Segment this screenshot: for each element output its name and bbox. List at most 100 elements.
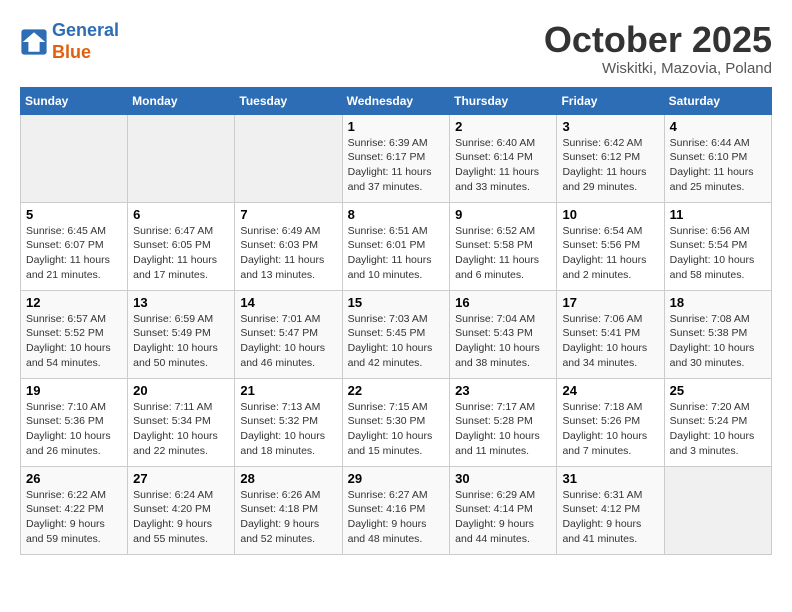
calendar-day-cell: 30 Sunrise: 6:29 AM Sunset: 4:14 PM Dayli… <box>450 466 557 554</box>
day-number: 10 <box>562 207 658 222</box>
day-info: Sunrise: 6:44 AM Sunset: 6:10 PM Dayligh… <box>670 136 766 195</box>
day-number: 20 <box>133 383 229 398</box>
day-number: 4 <box>670 119 766 134</box>
weekday-header-cell: Tuesday <box>235 87 342 114</box>
day-info: Sunrise: 7:18 AM Sunset: 5:26 PM Dayligh… <box>562 400 658 459</box>
day-number: 3 <box>562 119 658 134</box>
day-number: 31 <box>562 471 658 486</box>
day-info: Sunrise: 6:45 AM Sunset: 6:07 PM Dayligh… <box>26 224 122 283</box>
day-info: Sunrise: 7:08 AM Sunset: 5:38 PM Dayligh… <box>670 312 766 371</box>
day-number: 25 <box>670 383 766 398</box>
day-number: 19 <box>26 383 122 398</box>
day-info: Sunrise: 7:03 AM Sunset: 5:45 PM Dayligh… <box>348 312 445 371</box>
calendar-day-cell: 4 Sunrise: 6:44 AM Sunset: 6:10 PM Daylig… <box>664 114 771 202</box>
calendar-day-cell: 25Sunrise: 7:20 AM Sunset: 5:24 PM Dayli… <box>664 378 771 466</box>
calendar-week-row: 1Sunrise: 6:39 AM Sunset: 6:17 PM Daylig… <box>21 114 772 202</box>
day-number: 29 <box>348 471 445 486</box>
weekday-header-cell: Wednesday <box>342 87 450 114</box>
calendar-day-cell: 23 Sunrise: 7:17 AM Sunset: 5:28 PM Dayli… <box>450 378 557 466</box>
day-number: 5 <box>26 207 122 222</box>
month-title: October 2025 <box>544 20 772 60</box>
calendar-day-cell <box>664 466 771 554</box>
day-info: Sunrise: 6:39 AM Sunset: 6:17 PM Dayligh… <box>348 136 445 195</box>
day-number: 16 <box>455 295 551 310</box>
calendar-day-cell: 17Sunrise: 7:06 AM Sunset: 5:41 PM Dayli… <box>557 290 664 378</box>
day-info: Sunrise: 7:15 AM Sunset: 5:30 PM Dayligh… <box>348 400 445 459</box>
calendar-week-row: 19Sunrise: 7:10 AM Sunset: 5:36 PM Dayli… <box>21 378 772 466</box>
calendar-day-cell: 19Sunrise: 7:10 AM Sunset: 5:36 PM Dayli… <box>21 378 128 466</box>
calendar-day-cell: 21Sunrise: 7:13 AM Sunset: 5:32 PM Dayli… <box>235 378 342 466</box>
day-number: 7 <box>240 207 336 222</box>
calendar-day-cell: 14 Sunrise: 7:01 AM Sunset: 5:47 PM Dayli… <box>235 290 342 378</box>
calendar-day-cell: 9 Sunrise: 6:52 AM Sunset: 5:58 PM Daylig… <box>450 202 557 290</box>
calendar-day-cell: 7 Sunrise: 6:49 AM Sunset: 6:03 PM Daylig… <box>235 202 342 290</box>
day-number: 14 <box>240 295 336 310</box>
calendar-week-row: 12 Sunrise: 6:57 AM Sunset: 5:52 PM Dayli… <box>21 290 772 378</box>
calendar-body: 1Sunrise: 6:39 AM Sunset: 6:17 PM Daylig… <box>21 114 772 554</box>
day-info: Sunrise: 6:24 AM Sunset: 4:20 PM Dayligh… <box>133 488 229 547</box>
day-info: Sunrise: 6:47 AM Sunset: 6:05 PM Dayligh… <box>133 224 229 283</box>
day-info: Sunrise: 6:42 AM Sunset: 6:12 PM Dayligh… <box>562 136 658 195</box>
day-number: 8 <box>348 207 445 222</box>
day-info: Sunrise: 6:57 AM Sunset: 5:52 PM Dayligh… <box>26 312 122 371</box>
day-info: Sunrise: 6:52 AM Sunset: 5:58 PM Dayligh… <box>455 224 551 283</box>
calendar-day-cell: 31 Sunrise: 6:31 AM Sunset: 4:12 PM Dayli… <box>557 466 664 554</box>
weekday-header-cell: Sunday <box>21 87 128 114</box>
logo-icon <box>20 28 48 56</box>
calendar-day-cell <box>128 114 235 202</box>
weekday-header-row: SundayMondayTuesdayWednesdayThursdayFrid… <box>21 87 772 114</box>
day-number: 9 <box>455 207 551 222</box>
day-info: Sunrise: 6:40 AM Sunset: 6:14 PM Dayligh… <box>455 136 551 195</box>
day-number: 18 <box>670 295 766 310</box>
location-subtitle: Wiskitki, Mazovia, Poland <box>544 60 772 77</box>
calendar-day-cell: 26 Sunrise: 6:22 AM Sunset: 4:22 PM Dayli… <box>21 466 128 554</box>
day-number: 15 <box>348 295 445 310</box>
calendar-week-row: 5 Sunrise: 6:45 AM Sunset: 6:07 PM Daylig… <box>21 202 772 290</box>
day-info: Sunrise: 7:17 AM Sunset: 5:28 PM Dayligh… <box>455 400 551 459</box>
day-number: 30 <box>455 471 551 486</box>
calendar-day-cell: 28Sunrise: 6:26 AM Sunset: 4:18 PM Dayli… <box>235 466 342 554</box>
day-info: Sunrise: 6:22 AM Sunset: 4:22 PM Dayligh… <box>26 488 122 547</box>
day-number: 2 <box>455 119 551 134</box>
calendar-table: SundayMondayTuesdayWednesdayThursdayFrid… <box>20 87 772 555</box>
calendar-day-cell: 24Sunrise: 7:18 AM Sunset: 5:26 PM Dayli… <box>557 378 664 466</box>
day-number: 23 <box>455 383 551 398</box>
day-info: Sunrise: 6:51 AM Sunset: 6:01 PM Dayligh… <box>348 224 445 283</box>
calendar-day-cell: 8 Sunrise: 6:51 AM Sunset: 6:01 PM Daylig… <box>342 202 450 290</box>
weekday-header-cell: Monday <box>128 87 235 114</box>
day-info: Sunrise: 7:13 AM Sunset: 5:32 PM Dayligh… <box>240 400 336 459</box>
day-info: Sunrise: 6:49 AM Sunset: 6:03 PM Dayligh… <box>240 224 336 283</box>
calendar-day-cell: 13 Sunrise: 6:59 AM Sunset: 5:49 PM Dayli… <box>128 290 235 378</box>
weekday-header-cell: Saturday <box>664 87 771 114</box>
calendar-day-cell: 20 Sunrise: 7:11 AM Sunset: 5:34 PM Dayli… <box>128 378 235 466</box>
page-header: General Blue October 2025 Wiskitki, Mazo… <box>20 20 772 77</box>
day-info: Sunrise: 6:31 AM Sunset: 4:12 PM Dayligh… <box>562 488 658 547</box>
day-info: Sunrise: 6:54 AM Sunset: 5:56 PM Dayligh… <box>562 224 658 283</box>
logo-text: General Blue <box>52 20 119 63</box>
day-number: 13 <box>133 295 229 310</box>
calendar-day-cell: 12 Sunrise: 6:57 AM Sunset: 5:52 PM Dayli… <box>21 290 128 378</box>
calendar-day-cell: 15 Sunrise: 7:03 AM Sunset: 5:45 PM Dayli… <box>342 290 450 378</box>
day-info: Sunrise: 6:56 AM Sunset: 5:54 PM Dayligh… <box>670 224 766 283</box>
calendar-day-cell <box>235 114 342 202</box>
day-number: 12 <box>26 295 122 310</box>
day-number: 6 <box>133 207 229 222</box>
calendar-day-cell: 3 Sunrise: 6:42 AM Sunset: 6:12 PM Daylig… <box>557 114 664 202</box>
day-number: 27 <box>133 471 229 486</box>
day-info: Sunrise: 7:01 AM Sunset: 5:47 PM Dayligh… <box>240 312 336 371</box>
day-number: 22 <box>348 383 445 398</box>
logo: General Blue <box>20 20 119 63</box>
calendar-day-cell <box>21 114 128 202</box>
day-info: Sunrise: 6:29 AM Sunset: 4:14 PM Dayligh… <box>455 488 551 547</box>
day-info: Sunrise: 7:04 AM Sunset: 5:43 PM Dayligh… <box>455 312 551 371</box>
weekday-header-cell: Friday <box>557 87 664 114</box>
day-info: Sunrise: 7:11 AM Sunset: 5:34 PM Dayligh… <box>133 400 229 459</box>
day-info: Sunrise: 7:06 AM Sunset: 5:41 PM Dayligh… <box>562 312 658 371</box>
day-number: 26 <box>26 471 122 486</box>
day-info: Sunrise: 6:27 AM Sunset: 4:16 PM Dayligh… <box>348 488 445 547</box>
day-number: 28 <box>240 471 336 486</box>
calendar-day-cell: 27 Sunrise: 6:24 AM Sunset: 4:20 PM Dayli… <box>128 466 235 554</box>
day-info: Sunrise: 6:59 AM Sunset: 5:49 PM Dayligh… <box>133 312 229 371</box>
calendar-day-cell: 22 Sunrise: 7:15 AM Sunset: 5:30 PM Dayli… <box>342 378 450 466</box>
calendar-week-row: 26 Sunrise: 6:22 AM Sunset: 4:22 PM Dayli… <box>21 466 772 554</box>
